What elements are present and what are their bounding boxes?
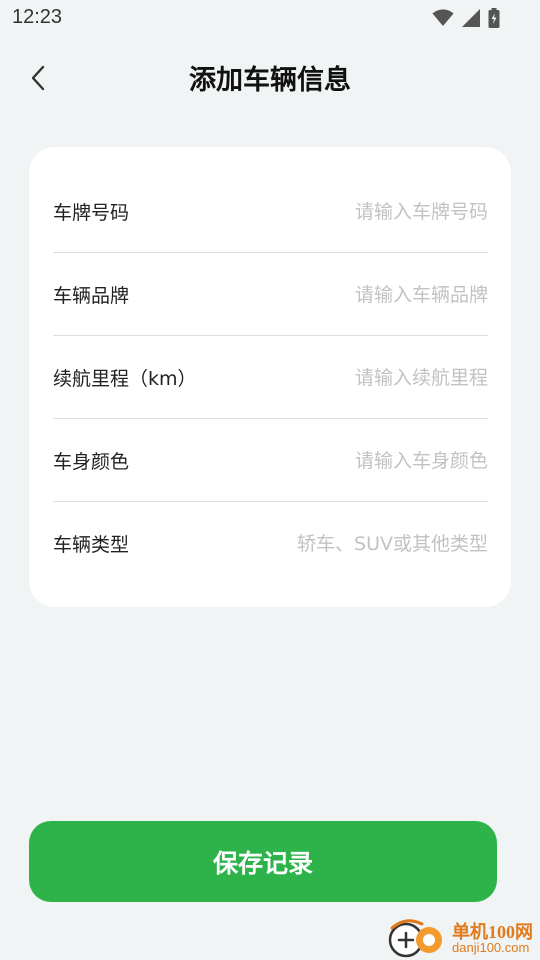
- vehicle-form-card: 车牌号码 车辆品牌 续航里程（km） 车身颜色 车辆类型: [29, 147, 511, 607]
- status-icons: [432, 8, 500, 28]
- watermark-url: danji100.com: [452, 940, 530, 955]
- form-row-color: 车身颜色: [53, 419, 488, 502]
- status-time: 12:23: [12, 6, 63, 28]
- color-input[interactable]: [258, 449, 488, 472]
- battery-charging-icon: [488, 8, 500, 28]
- brand-label: 车辆品牌: [53, 285, 130, 307]
- signal-icon: [462, 9, 480, 27]
- watermark: 单机100网 danji100.com: [386, 914, 536, 960]
- form-row-plate-number: 车牌号码: [53, 170, 488, 253]
- range-label: 续航里程（km）: [53, 368, 197, 390]
- brand-input[interactable]: [258, 283, 488, 306]
- wifi-icon: [432, 9, 454, 26]
- vehicle-type-label: 车辆类型: [53, 534, 130, 556]
- range-input[interactable]: [258, 366, 488, 389]
- save-record-button[interactable]: 保存记录: [29, 821, 497, 902]
- color-label: 车身颜色: [53, 451, 130, 473]
- status-bar: 12:23: [0, 0, 540, 38]
- header: 添加车辆信息: [0, 40, 540, 116]
- page-title: 添加车辆信息: [189, 65, 351, 96]
- plate-number-input[interactable]: [258, 200, 488, 223]
- form-row-vehicle-type: 车辆类型: [53, 502, 488, 585]
- form-row-brand: 车辆品牌: [53, 253, 488, 336]
- vehicle-type-input[interactable]: [258, 532, 488, 555]
- form-row-range: 续航里程（km）: [53, 336, 488, 419]
- plate-number-label: 车牌号码: [53, 202, 130, 224]
- screen: 12:23 添加车辆信息 车牌号码 请输入车牌号码 车辆品牌 请输入车辆品牌 续…: [0, 0, 540, 960]
- watermark-logo-icon: [388, 919, 442, 958]
